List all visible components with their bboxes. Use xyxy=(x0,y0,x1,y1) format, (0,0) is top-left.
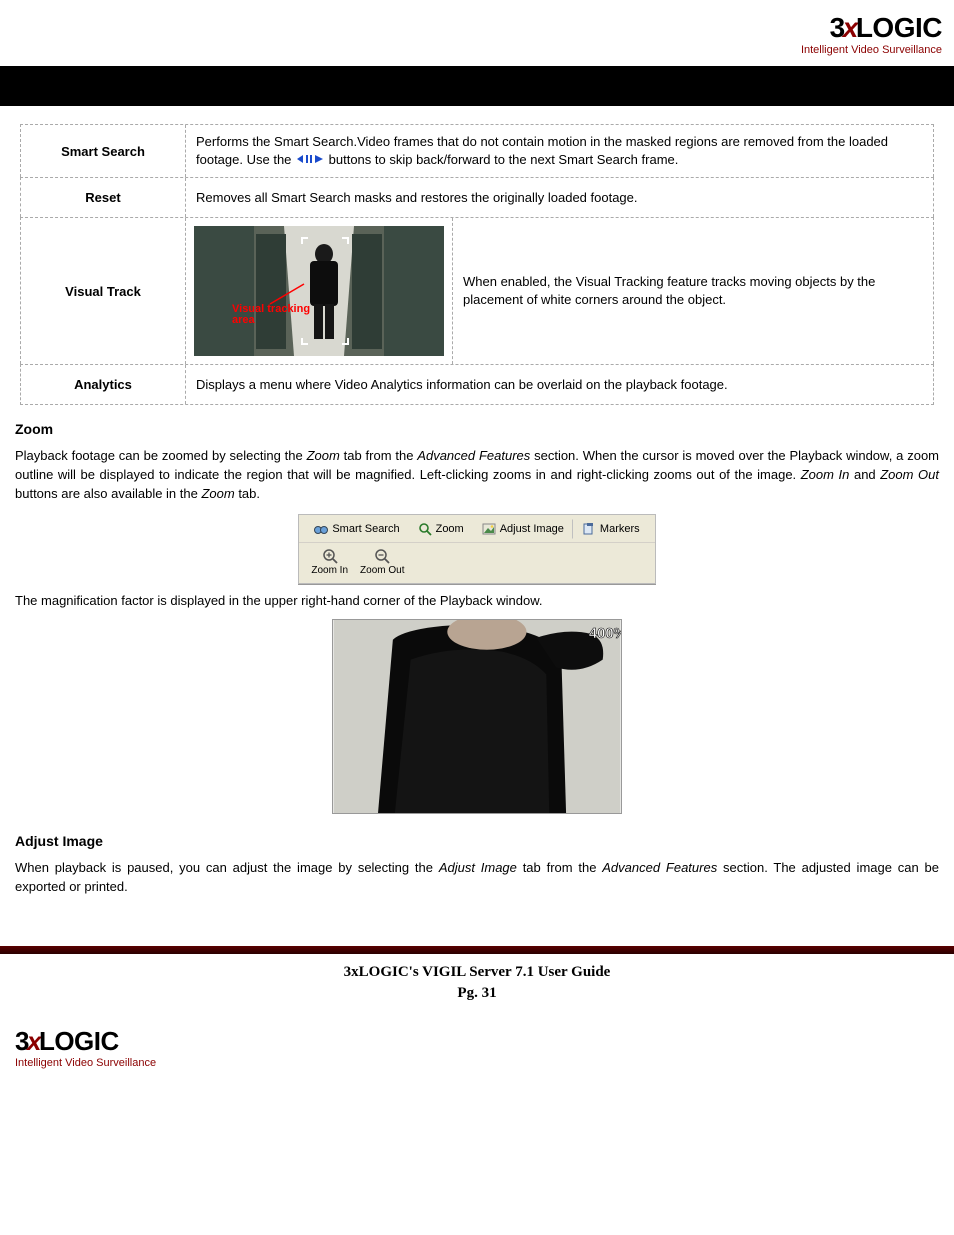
brand-tagline: Intelligent Video Surveillance xyxy=(15,1057,954,1069)
row-desc: Displays a menu where Video Analytics in… xyxy=(186,365,933,404)
svg-text:area: area xyxy=(232,314,256,326)
zoom-toolbar: Smart Search Zoom Adjust Image Markers xyxy=(298,514,655,584)
magnification-label: 400% xyxy=(589,626,622,642)
row-desc: When enabled, the Visual Tracking featur… xyxy=(453,218,933,364)
toolbar-tabs: Smart Search Zoom Adjust Image Markers xyxy=(299,515,654,543)
row-desc: Removes all Smart Search masks and resto… xyxy=(186,178,933,217)
row-label: Smart Search xyxy=(21,125,186,177)
zoom-heading: Zoom xyxy=(15,421,939,437)
footer-page: Pg. 31 xyxy=(0,985,954,1006)
toolbar-buttons: Zoom In Zoom Out xyxy=(299,543,654,583)
row-desc: Performs the Smart Search.Video frames t… xyxy=(186,125,933,177)
feature-table: Smart Search Performs the Smart Search.V… xyxy=(20,124,934,405)
section-header-bar xyxy=(0,66,954,106)
zoom-in-button[interactable]: Zoom In xyxy=(307,547,352,577)
row-label: Visual Track xyxy=(21,218,186,364)
desc-text: buttons to skip back/forward to the next… xyxy=(329,152,679,167)
footer-logo: 3xLOGIC Intelligent Video Surveillance xyxy=(0,1006,954,1079)
binoculars-icon xyxy=(314,522,328,536)
row-label: Analytics xyxy=(21,365,186,404)
zoom-preview-image: 400% xyxy=(332,619,622,814)
zoom-out-icon xyxy=(374,548,390,564)
table-row: Smart Search Performs the Smart Search.V… xyxy=(20,124,934,177)
tab-markers[interactable]: Markers xyxy=(573,519,649,539)
zoom-paragraph-1: Playback footage can be zoomed by select… xyxy=(15,447,939,504)
tab-adjust-image[interactable]: Adjust Image xyxy=(473,519,573,539)
adjust-image-heading: Adjust Image xyxy=(15,833,939,849)
picture-icon xyxy=(482,522,496,536)
footer-bar xyxy=(0,946,954,954)
markers-icon xyxy=(582,522,596,536)
skip-back-forward-icon xyxy=(295,152,325,169)
footer-title: 3xLOGIC's VIGIL Server 7.1 User Guide xyxy=(0,954,954,985)
header-logo: 3xLOGIC Intelligent Video Surveillance xyxy=(0,0,954,58)
zoom-paragraph-2: The magnification factor is displayed in… xyxy=(15,592,939,611)
tab-zoom[interactable]: Zoom xyxy=(409,519,473,539)
adjust-image-paragraph: When playback is paused, you can adjust … xyxy=(15,859,939,897)
row-label: Reset xyxy=(21,178,186,217)
table-row: Reset Removes all Smart Search masks and… xyxy=(20,177,934,217)
visual-track-thumbnail: Visual tracking area xyxy=(186,218,453,364)
table-row: Analytics Displays a menu where Video An… xyxy=(20,364,934,405)
brand-tagline: Intelligent Video Surveillance xyxy=(0,44,942,56)
table-row: Visual Track xyxy=(20,217,934,364)
brand-logo: 3xLOGIC xyxy=(0,12,942,44)
zoom-in-icon xyxy=(322,548,338,564)
zoom-out-button[interactable]: Zoom Out xyxy=(356,547,408,577)
magnifier-icon xyxy=(418,522,432,536)
brand-logo: 3xLOGIC xyxy=(15,1026,954,1057)
tab-smart-search[interactable]: Smart Search xyxy=(305,519,408,539)
